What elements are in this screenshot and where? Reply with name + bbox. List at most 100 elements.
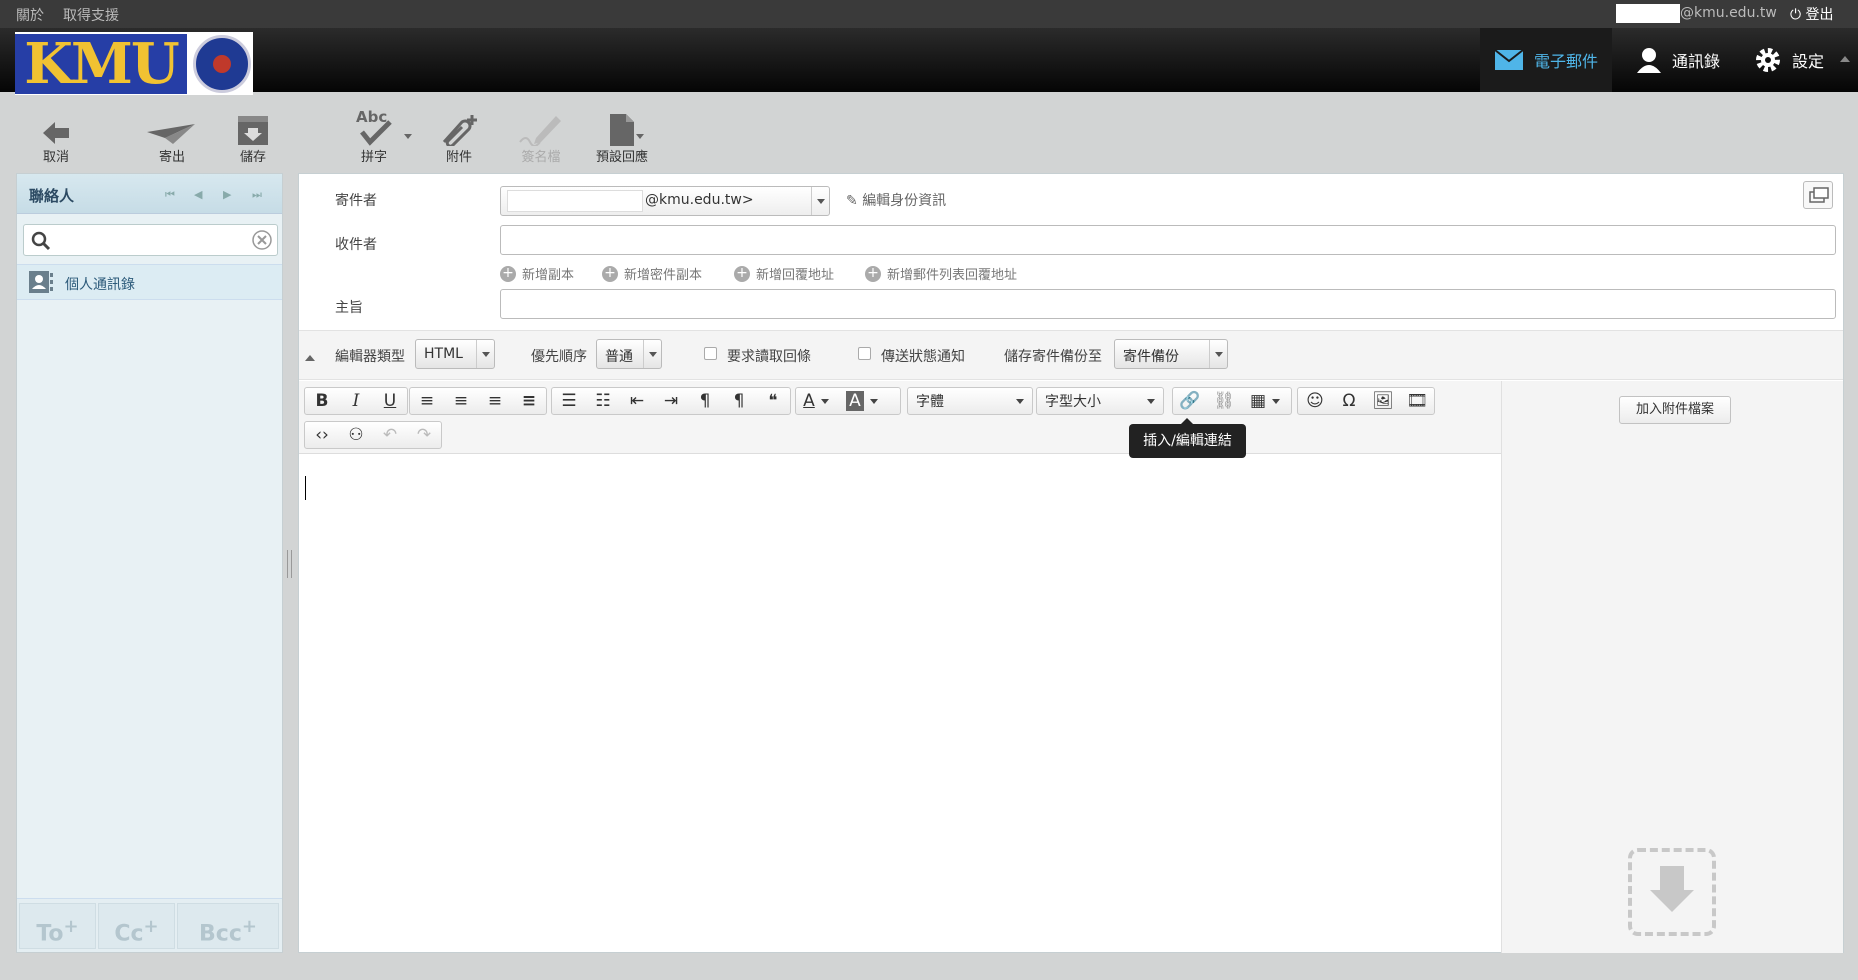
blockquote-icon[interactable]: ❝ <box>756 388 790 414</box>
from-label: 寄件者 <box>335 193 377 209</box>
attach-button[interactable]: 附件 <box>419 108 499 166</box>
bold-button[interactable]: B <box>305 388 339 414</box>
outdent-icon[interactable]: ⇤ <box>620 388 654 414</box>
to-input[interactable] <box>500 225 1836 255</box>
nav-mail[interactable]: 電子郵件 <box>1480 28 1612 92</box>
responses-button[interactable]: 預設回應 <box>582 108 662 166</box>
to-label: To <box>36 921 64 947</box>
add-followup-to-link[interactable]: + 新增郵件列表回覆地址 <box>865 264 1017 283</box>
bullet-list-icon[interactable]: ☰ <box>552 388 586 414</box>
save-button[interactable]: 儲存 <box>213 108 293 166</box>
send-button[interactable]: 寄出 <box>132 108 212 166</box>
save-label: 儲存 <box>239 150 266 165</box>
editor-type-value: HTML <box>424 346 463 362</box>
text-color-icon[interactable]: A <box>796 388 836 414</box>
logout-button[interactable]: ⏻ 登出 <box>1790 4 1834 24</box>
power-icon: ⏻ <box>1790 7 1802 23</box>
address-book-item[interactable]: 個人通訊錄 <box>17 264 282 300</box>
align-group: ≡ ≡ ≡ ≡ <box>409 387 547 415</box>
search-replace-icon[interactable]: ⚇ <box>339 422 373 448</box>
svg-text:Abc: Abc <box>356 108 387 126</box>
add-attachment-button[interactable]: 加入附件檔案 <box>1619 396 1731 424</box>
sidebar-header: 聯絡人 ⏮ ◀ ▶ ⏭ <box>17 174 282 214</box>
priority-dropdown-icon <box>643 340 661 368</box>
cancel-button[interactable]: 取消 <box>16 108 96 166</box>
logo[interactable]: KMU <box>15 32 253 95</box>
background-color-icon[interactable]: A <box>836 388 888 414</box>
signature-button[interactable]: 簽名檔 <box>501 108 581 166</box>
next-page-icon[interactable]: ▶ <box>223 188 231 201</box>
last-page-icon[interactable]: ⏭ <box>252 188 262 202</box>
person-icon <box>1637 48 1661 73</box>
numbered-list-icon[interactable]: ☷ <box>586 388 620 414</box>
spell-dropdown-icon[interactable] <box>404 134 412 139</box>
from-name-box <box>507 190 643 212</box>
undo-icon[interactable]: ↶ <box>373 422 407 448</box>
spell-button[interactable]: Abc 拼字 <box>334 108 414 166</box>
priority-select[interactable]: 普通 <box>596 339 662 369</box>
first-page-icon[interactable]: ⏮ <box>165 188 175 202</box>
store-select[interactable]: 寄件備份 <box>1114 339 1228 369</box>
add-bcc-button[interactable]: Bcc+ <box>177 903 279 949</box>
contacts-search-input[interactable] <box>23 224 278 256</box>
collapse-header-icon[interactable] <box>1840 56 1850 62</box>
table-icon[interactable]: ▦ <box>1241 388 1289 414</box>
ltr-icon[interactable]: ¶ <box>688 388 722 414</box>
save-box-icon <box>238 116 268 145</box>
font-family-value: 字體 <box>916 394 944 410</box>
subject-input[interactable] <box>500 289 1836 319</box>
add-to-button[interactable]: To+ <box>19 903 96 949</box>
from-select[interactable]: @kmu.edu.tw> <box>500 186 830 216</box>
add-cc-link[interactable]: + 新增副本 <box>500 264 574 283</box>
send-label: 寄出 <box>158 150 185 165</box>
edit-identity-link[interactable]: ✎ 編輯身份資訊 <box>846 190 946 210</box>
align-left-icon[interactable]: ≡ <box>410 388 444 414</box>
align-center-icon[interactable]: ≡ <box>444 388 478 414</box>
add-cc-button[interactable]: Cc+ <box>98 903 175 949</box>
support-link[interactable]: 取得支援 <box>63 5 119 25</box>
media-icon[interactable]: 🎞 <box>1400 388 1434 414</box>
about-link[interactable]: 關於 <box>16 5 44 25</box>
contacts-sidebar: 聯絡人 ⏮ ◀ ▶ ⏭ 個人通訊錄 To+ Cc+ Bcc+ <box>16 173 283 953</box>
add-bcc-link[interactable]: + 新增密件副本 <box>602 264 702 283</box>
store-dropdown-icon <box>1209 340 1227 368</box>
source-code-icon[interactable]: ‹› <box>305 422 339 448</box>
drop-zone-download-icon[interactable] <box>1628 848 1716 936</box>
from-value: @kmu.edu.tw> <box>645 192 754 208</box>
store-label: 儲存寄件備份至 <box>1004 349 1102 365</box>
clear-search-icon[interactable] <box>252 230 272 250</box>
to-plus: + <box>63 916 79 937</box>
priority-value: 普通 <box>605 349 633 365</box>
align-right-icon[interactable]: ≡ <box>478 388 512 414</box>
prev-page-icon[interactable]: ◀ <box>194 188 202 201</box>
sidebar-splitter[interactable] <box>287 550 292 578</box>
pen-signature-icon <box>519 116 561 146</box>
indent-icon[interactable]: ⇥ <box>654 388 688 414</box>
header: KMU 電子郵件 通訊錄 設定 <box>0 28 1858 95</box>
emoticon-icon[interactable]: ☺ <box>1298 388 1332 414</box>
align-justify-icon[interactable]: ≡ <box>512 388 546 414</box>
image-icon[interactable]: 🖼 <box>1366 388 1400 414</box>
font-family-select[interactable]: 字體 <box>907 387 1033 415</box>
dsn-checkbox[interactable] <box>858 347 871 360</box>
university-seal-icon <box>193 35 251 93</box>
gear-icon <box>1756 48 1780 72</box>
link-icon[interactable]: 🔗 <box>1173 388 1207 414</box>
responses-dropdown-icon[interactable] <box>636 134 644 139</box>
nav-settings[interactable]: 設定 <box>1740 28 1838 92</box>
italic-button[interactable]: I <box>339 388 373 414</box>
popout-window-icon[interactable] <box>1803 181 1833 209</box>
read-receipt-checkbox[interactable] <box>704 347 717 360</box>
special-char-icon[interactable]: Ω <box>1332 388 1366 414</box>
editor-type-select[interactable]: HTML <box>415 339 495 369</box>
font-size-select[interactable]: 字型大小 <box>1036 387 1164 415</box>
editor-body[interactable] <box>300 455 1500 952</box>
font-family-dropdown-icon <box>1016 398 1024 404</box>
unlink-icon[interactable]: ⛓ <box>1207 388 1241 414</box>
redo-icon[interactable]: ↷ <box>407 422 441 448</box>
add-reply-to-link[interactable]: + 新增回覆地址 <box>734 264 834 283</box>
rtl-icon[interactable]: ¶ <box>722 388 756 414</box>
collapse-options-icon[interactable] <box>305 355 315 361</box>
nav-contacts[interactable]: 通訊錄 <box>1622 28 1734 92</box>
underline-button[interactable]: U <box>373 388 407 414</box>
